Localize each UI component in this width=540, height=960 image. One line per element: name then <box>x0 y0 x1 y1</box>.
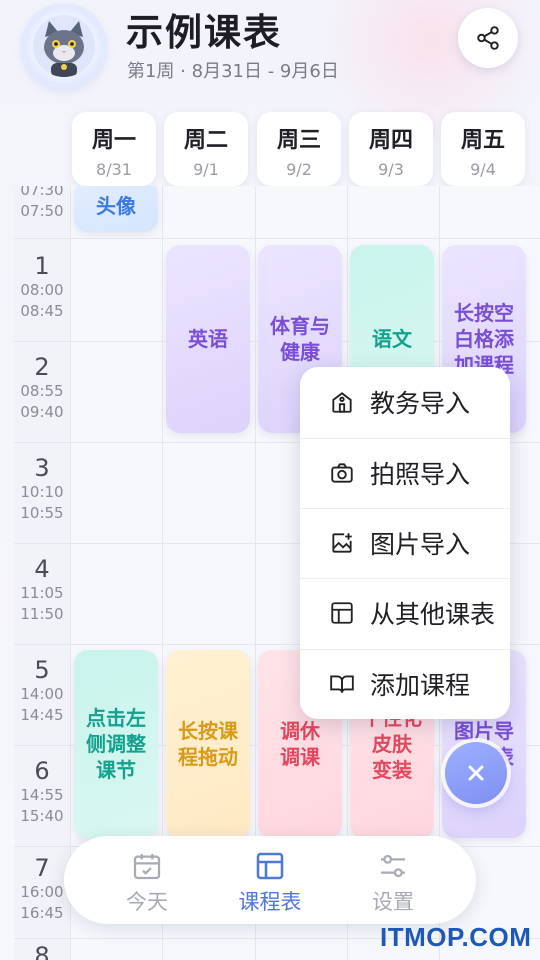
tab-label: 设置 <box>372 890 414 914</box>
table-icon <box>215 846 325 882</box>
period-2[interactable]: 2 08:55 09:40 <box>14 353 70 423</box>
day-name: 周五 <box>460 128 505 153</box>
period-number: 4 <box>34 555 50 583</box>
close-menu-button[interactable] <box>445 742 507 804</box>
period-start: 07:30 <box>20 186 64 199</box>
period-number: 2 <box>34 353 50 381</box>
tab-label: 课程表 <box>238 890 302 914</box>
period-7[interactable]: 7 16:00 16:45 <box>14 854 70 924</box>
share-button[interactable] <box>458 8 518 68</box>
settings-sliders-icon <box>338 846 448 882</box>
period-end: 11:50 <box>20 605 64 623</box>
grid-divider <box>70 186 71 960</box>
period-0[interactable]: 07:30 07:50 <box>14 186 70 222</box>
period-4[interactable]: 4 11:05 11:50 <box>14 555 70 625</box>
period-number: 3 <box>34 454 50 482</box>
day-date: 9/3 <box>378 160 404 179</box>
menu-item-label: 拍照导入 <box>370 460 471 489</box>
period-start: 14:55 <box>20 786 64 804</box>
menu-item-image-import[interactable]: 图片导入 <box>300 508 510 578</box>
period-start: 11:05 <box>20 584 64 602</box>
menu-item-label: 教务导入 <box>370 389 471 418</box>
day-name: 周三 <box>276 128 321 153</box>
course-name: 头像 <box>96 194 136 218</box>
period-end: 07:50 <box>20 202 64 220</box>
course-card-hint-drag[interactable]: 长按课 程拖动 <box>166 650 250 838</box>
period-start: 10:10 <box>20 483 64 501</box>
calendar-check-icon <box>92 846 202 882</box>
grid-divider <box>14 238 540 239</box>
course-card-hint-adjust[interactable]: 点击左 侧调整 课节 <box>74 650 158 838</box>
period-5[interactable]: 5 14:00 14:45 <box>14 656 70 726</box>
course-name: 点击左 侧调整 课节 <box>86 706 146 782</box>
week-range: 第1周 · 8月31日 - 9月6日 <box>127 61 339 82</box>
period-number: 1 <box>34 252 50 280</box>
period-end: 16:45 <box>20 904 64 922</box>
period-number: 6 <box>34 757 50 785</box>
day-date: 9/1 <box>193 160 219 179</box>
course-name: 英语 <box>188 327 228 351</box>
period-end: 14:45 <box>20 706 64 724</box>
course-card-english[interactable]: 英语 <box>166 245 250 433</box>
course-name: 语文 <box>372 327 412 351</box>
period-8[interactable]: 8 <box>14 942 70 960</box>
course-name: 体育与 健康 <box>270 314 330 364</box>
day-header-fri: 周五 9/4 <box>441 112 525 186</box>
menu-item-add-course[interactable]: 添加课程 <box>300 649 510 719</box>
day-header-wed: 周三 9/2 <box>257 112 341 186</box>
camera-icon <box>328 459 356 487</box>
menu-item-label: 添加课程 <box>370 671 471 700</box>
period-end: 08:45 <box>20 302 64 320</box>
cat-avatar-icon <box>33 15 95 77</box>
day-header-mon: 周一 8/31 <box>72 112 156 186</box>
image-add-icon <box>328 529 356 557</box>
tab-settings[interactable]: 设置 <box>338 846 448 916</box>
period-number: 8 <box>34 942 50 960</box>
tab-schedule[interactable]: 课程表 <box>215 846 325 916</box>
tab-today[interactable]: 今天 <box>92 846 202 916</box>
period-number: 5 <box>34 656 50 684</box>
book-icon <box>328 670 356 698</box>
day-name: 周四 <box>368 128 413 153</box>
period-end: 15:40 <box>20 807 64 825</box>
period-start: 14:00 <box>20 685 64 703</box>
course-name: 长按课 程拖动 <box>178 719 238 769</box>
table-icon <box>328 599 356 627</box>
period-3[interactable]: 3 10:10 10:55 <box>14 454 70 524</box>
menu-item-school-import[interactable]: 教务导入 <box>300 367 510 437</box>
day-name: 周二 <box>183 128 228 153</box>
close-icon <box>468 765 484 781</box>
period-start: 16:00 <box>20 883 64 901</box>
add-menu: 教务导入 拍照导入 图片导入 从其他课表 添加课程 <box>300 367 510 719</box>
day-date: 9/2 <box>286 160 312 179</box>
menu-item-other-schedule[interactable]: 从其他课表 <box>300 578 510 648</box>
period-start: 08:55 <box>20 382 64 400</box>
day-header-tue: 周二 9/1 <box>164 112 248 186</box>
menu-item-label: 从其他课表 <box>370 600 496 629</box>
page-title: 示例课表 <box>126 11 282 54</box>
day-date: 9/4 <box>470 160 496 179</box>
period-6[interactable]: 6 14:55 15:40 <box>14 757 70 827</box>
period-end: 10:55 <box>20 504 64 522</box>
day-header-thu: 周四 9/3 <box>349 112 433 186</box>
period-1[interactable]: 1 08:00 08:45 <box>14 252 70 322</box>
share-icon <box>477 26 499 50</box>
bottom-tab-bar: 今天 课程表 设置 <box>64 836 476 924</box>
period-start: 08:00 <box>20 281 64 299</box>
school-icon <box>328 388 356 416</box>
avatar[interactable] <box>24 6 104 86</box>
course-name: 调休 调课 <box>280 719 320 769</box>
day-name: 周一 <box>91 128 136 153</box>
tab-label: 今天 <box>126 890 168 914</box>
day-date: 8/31 <box>96 160 132 179</box>
period-number: 7 <box>34 854 50 882</box>
menu-item-photo-import[interactable]: 拍照导入 <box>300 438 510 508</box>
menu-item-label: 图片导入 <box>370 530 471 559</box>
period-end: 09:40 <box>20 403 64 421</box>
course-card-avatar[interactable]: 头像 <box>74 186 158 232</box>
watermark: ITMOP.COM <box>380 922 532 952</box>
